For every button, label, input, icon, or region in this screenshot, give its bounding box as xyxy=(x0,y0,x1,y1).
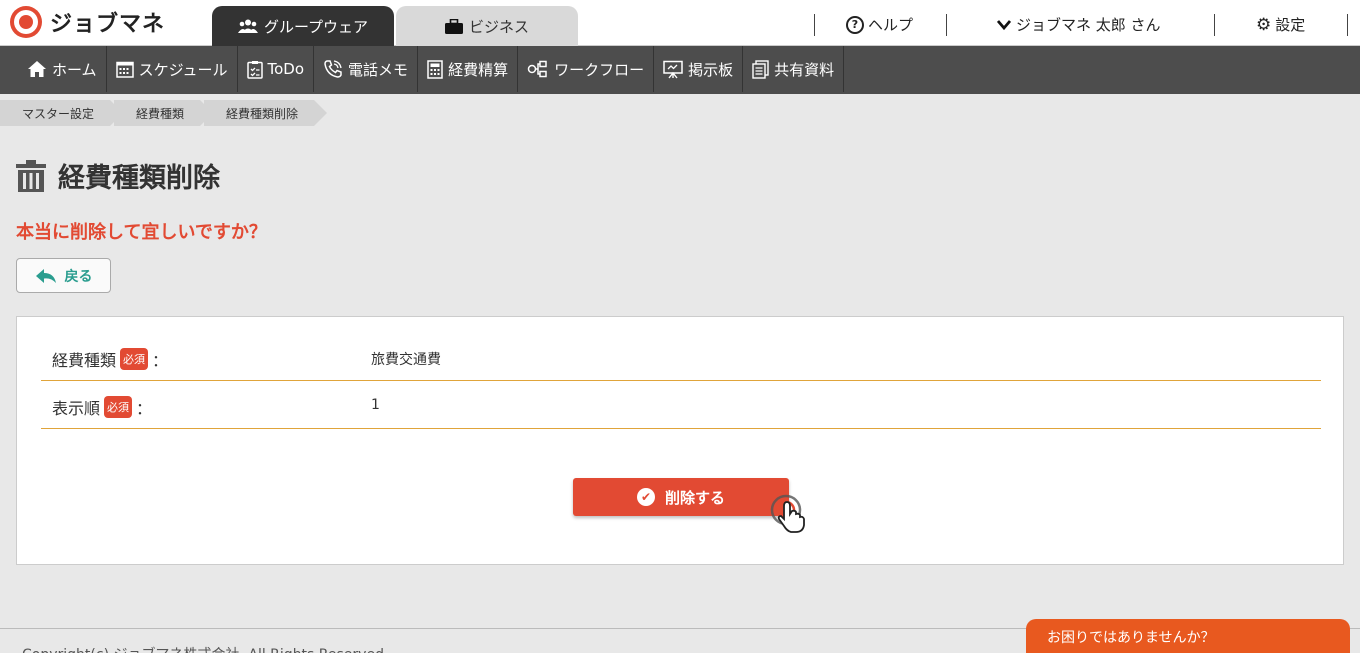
field-value: 1 xyxy=(371,397,380,413)
breadcrumb-item-current: 経費種類削除 xyxy=(204,100,328,126)
help-icon: ? xyxy=(846,15,864,34)
form-row: 表示順 必須 ： 1 xyxy=(41,381,1321,429)
logo-mark-icon xyxy=(10,6,42,38)
field-label: 表示順 必須 ： xyxy=(52,395,152,419)
nav-todo[interactable]: ToDo xyxy=(238,46,315,92)
field-label-text: 表示順 xyxy=(52,399,101,418)
nav-board[interactable]: 掲示板 xyxy=(654,46,744,92)
board-icon xyxy=(663,60,683,78)
nav-expense-label: 経費精算 xyxy=(448,60,509,79)
divider xyxy=(1347,14,1348,36)
delete-form-card: 経費種類 必須 ： 旅費交通費 表示順 必須 ： 1 ✔ 削除する xyxy=(16,316,1344,565)
field-label: 経費種類 必須 ： xyxy=(52,347,168,371)
form-row: 経費種類 必須 ： 旅費交通費 xyxy=(41,333,1321,381)
tab-groupware[interactable]: グループウェア xyxy=(212,6,394,46)
main-nav: ホーム スケジュール ToDo 電話メモ 経費精算 ワークフロー 掲示板 共有資… xyxy=(0,46,1360,94)
tab-business-label: ビジネス xyxy=(468,17,529,36)
chevron-down-icon xyxy=(996,19,1012,30)
delete-button[interactable]: ✔ 削除する xyxy=(573,478,789,516)
copyright: Copyright(c) ジョブマネ株式会社. All Rights Reser… xyxy=(22,644,388,653)
nav-workflow-label: ワークフロー xyxy=(554,60,645,79)
confirm-message: 本当に削除して宜しいですか？ xyxy=(16,222,267,243)
trash-icon xyxy=(16,159,46,192)
page-title-area: 経費種類削除 xyxy=(16,156,220,195)
check-circle-icon: ✔ xyxy=(636,488,655,506)
breadcrumb-item-master-settings[interactable]: マスター設定 xyxy=(0,100,124,126)
nav-expense[interactable]: 経費精算 xyxy=(418,46,519,92)
breadcrumb-item-expense-type[interactable]: 経費種類 xyxy=(114,100,214,126)
user-menu[interactable]: ジョブマネ 太郎 さん xyxy=(996,14,1161,35)
field-label-text: 経費種類 xyxy=(52,351,117,370)
delete-button-label: 削除する xyxy=(664,488,725,507)
logo-text: ジョブマネ xyxy=(50,12,166,37)
back-arrow-icon xyxy=(35,268,56,283)
breadcrumb-label: マスター設定 xyxy=(22,106,95,121)
group-icon xyxy=(237,19,258,33)
field-separator: ： xyxy=(152,351,169,370)
top-bar: ジョブマネ グループウェア ビジネス ? ヘルプ ジョブマネ 太郎 さん ⚙ 設… xyxy=(0,0,1360,46)
checklist-icon xyxy=(246,60,263,79)
breadcrumb-label: 経費種類削除 xyxy=(226,106,299,121)
breadcrumb-label: 経費種類 xyxy=(136,106,185,121)
gear-icon: ⚙ xyxy=(1256,14,1272,35)
breadcrumb: マスター設定 経費種類 経費種類削除 xyxy=(0,100,328,126)
home-icon xyxy=(28,61,46,77)
workflow-icon xyxy=(527,60,547,78)
briefcase-icon xyxy=(444,18,463,34)
calendar-icon xyxy=(115,61,134,78)
nav-board-label: 掲示板 xyxy=(688,60,734,79)
nav-todo-label: ToDo xyxy=(267,60,305,78)
settings-label: 設定 xyxy=(1275,16,1306,34)
hand-pointer-icon xyxy=(770,494,805,533)
nav-shared-docs[interactable]: 共有資料 xyxy=(743,46,845,92)
nav-schedule[interactable]: スケジュール xyxy=(107,46,238,92)
help-link[interactable]: ? ヘルプ xyxy=(846,14,913,35)
field-separator: ： xyxy=(136,399,153,418)
tab-business[interactable]: ビジネス xyxy=(396,6,578,46)
document-icon xyxy=(752,59,769,79)
back-button-label: 戻る xyxy=(64,268,93,285)
required-badge: 必須 xyxy=(120,348,149,370)
calculator-icon xyxy=(427,59,443,79)
nav-shared-docs-label: 共有資料 xyxy=(774,60,835,79)
field-value: 旅費交通費 xyxy=(371,352,441,368)
help-chat-tab[interactable]: お困りではありませんか？ xyxy=(1026,619,1350,653)
help-label: ヘルプ xyxy=(868,16,914,34)
divider xyxy=(946,14,947,36)
required-badge: 必須 xyxy=(104,396,133,418)
phone-icon xyxy=(324,60,342,78)
divider xyxy=(1214,14,1215,36)
nav-home-label: ホーム xyxy=(52,60,97,79)
user-name: ジョブマネ 太郎 さん xyxy=(1016,16,1161,34)
nav-workflow[interactable]: ワークフロー xyxy=(518,46,655,92)
page-title: 経費種類削除 xyxy=(58,163,220,194)
divider xyxy=(814,14,815,36)
nav-schedule-label: スケジュール xyxy=(138,60,228,79)
nav-phone-memo-label: 電話メモ xyxy=(348,60,409,79)
nav-phone-memo[interactable]: 電話メモ xyxy=(314,46,419,92)
settings-link[interactable]: ⚙ 設定 xyxy=(1256,14,1305,35)
tab-groupware-label: グループウェア xyxy=(263,17,369,36)
nav-home[interactable]: ホーム xyxy=(0,46,107,92)
back-button[interactable]: 戻る xyxy=(16,258,111,293)
logo[interactable]: ジョブマネ xyxy=(10,6,165,38)
